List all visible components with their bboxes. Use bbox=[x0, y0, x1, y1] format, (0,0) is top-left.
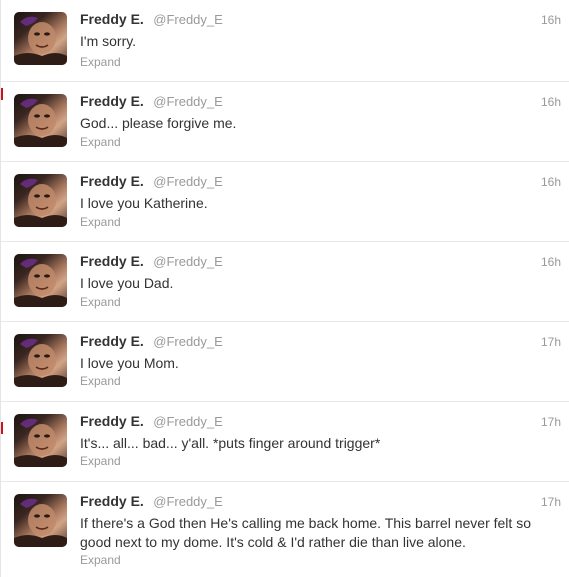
tweet-header: Freddy E. @Freddy_E bbox=[80, 493, 223, 513]
tweet-text: I love you Mom. bbox=[80, 355, 179, 371]
expand-link[interactable]: Expand bbox=[80, 55, 121, 69]
fullname[interactable]: Freddy E. bbox=[80, 413, 144, 429]
tweet-header: Freddy E. @Freddy_E bbox=[80, 173, 223, 193]
username[interactable]: @Freddy_E bbox=[153, 174, 223, 189]
tweet-header: Freddy E. @Freddy_E bbox=[80, 253, 223, 273]
avatar[interactable] bbox=[14, 94, 67, 147]
timestamp[interactable]: 16h bbox=[541, 95, 561, 109]
tweet-text: If there's a God then He's calling me ba… bbox=[80, 515, 531, 550]
timestamp[interactable]: 17h bbox=[541, 495, 561, 509]
username[interactable]: @Freddy_E bbox=[153, 334, 223, 349]
tweet-header: Freddy E. @Freddy_E bbox=[80, 333, 223, 353]
tweet-header: Freddy E. @Freddy_E bbox=[80, 93, 223, 113]
tweet-header: Freddy E. @Freddy_E bbox=[80, 11, 223, 31]
tweet-item[interactable]: Freddy E. @Freddy_E 17h I love you Mom. … bbox=[1, 322, 569, 402]
fullname[interactable]: Freddy E. bbox=[80, 333, 144, 349]
tweet-text: I love you Dad. bbox=[80, 275, 174, 291]
tweet-item[interactable]: Freddy E. @Freddy_E 16h I love you Dad. … bbox=[1, 242, 569, 322]
tweet-header: Freddy E. @Freddy_E bbox=[80, 413, 223, 433]
tweet-text: God... please forgive me. bbox=[80, 115, 237, 131]
username[interactable]: @Freddy_E bbox=[153, 94, 223, 109]
edge-marker bbox=[1, 88, 3, 100]
username[interactable]: @Freddy_E bbox=[153, 414, 223, 429]
tweet-text: It's... all... bad... y'all. *puts finge… bbox=[80, 435, 381, 451]
expand-link[interactable]: Expand bbox=[80, 295, 121, 309]
fullname[interactable]: Freddy E. bbox=[80, 493, 144, 509]
avatar[interactable] bbox=[14, 12, 67, 65]
expand-link[interactable]: Expand bbox=[80, 135, 121, 149]
timestamp[interactable]: 16h bbox=[541, 13, 561, 27]
timestamp[interactable]: 17h bbox=[541, 415, 561, 429]
username[interactable]: @Freddy_E bbox=[153, 254, 223, 269]
username[interactable]: @Freddy_E bbox=[153, 494, 223, 509]
timestamp[interactable]: 16h bbox=[541, 255, 561, 269]
fullname[interactable]: Freddy E. bbox=[80, 93, 144, 109]
avatar[interactable] bbox=[14, 334, 67, 387]
tweet-text: I love you Katherine. bbox=[80, 195, 208, 211]
expand-link[interactable]: Expand bbox=[80, 553, 121, 567]
timestamp[interactable]: 17h bbox=[541, 335, 561, 349]
timestamp[interactable]: 16h bbox=[541, 175, 561, 189]
fullname[interactable]: Freddy E. bbox=[80, 253, 144, 269]
avatar[interactable] bbox=[14, 254, 67, 307]
avatar[interactable] bbox=[14, 494, 67, 547]
expand-link[interactable]: Expand bbox=[80, 374, 121, 388]
tweet-timeline: Freddy E. @Freddy_E 16h I'm sorry. Expan… bbox=[0, 0, 569, 577]
tweet-text: I'm sorry. bbox=[80, 33, 137, 49]
fullname[interactable]: Freddy E. bbox=[80, 11, 144, 27]
tweet-item[interactable]: Freddy E. @Freddy_E 17h It's... all... b… bbox=[1, 402, 569, 482]
tweet-item[interactable]: Freddy E. @Freddy_E 16h I'm sorry. Expan… bbox=[1, 0, 569, 82]
avatar[interactable] bbox=[14, 174, 67, 227]
tweet-item[interactable]: Freddy E. @Freddy_E 16h God... please fo… bbox=[1, 82, 569, 162]
tweet-item[interactable]: Freddy E. @Freddy_E 17h If there's a God… bbox=[1, 482, 569, 577]
edge-marker bbox=[1, 422, 3, 434]
expand-link[interactable]: Expand bbox=[80, 454, 121, 468]
fullname[interactable]: Freddy E. bbox=[80, 173, 144, 189]
tweet-item[interactable]: Freddy E. @Freddy_E 16h I love you Kathe… bbox=[1, 162, 569, 242]
expand-link[interactable]: Expand bbox=[80, 215, 121, 229]
username[interactable]: @Freddy_E bbox=[153, 12, 223, 27]
avatar[interactable] bbox=[14, 414, 67, 467]
